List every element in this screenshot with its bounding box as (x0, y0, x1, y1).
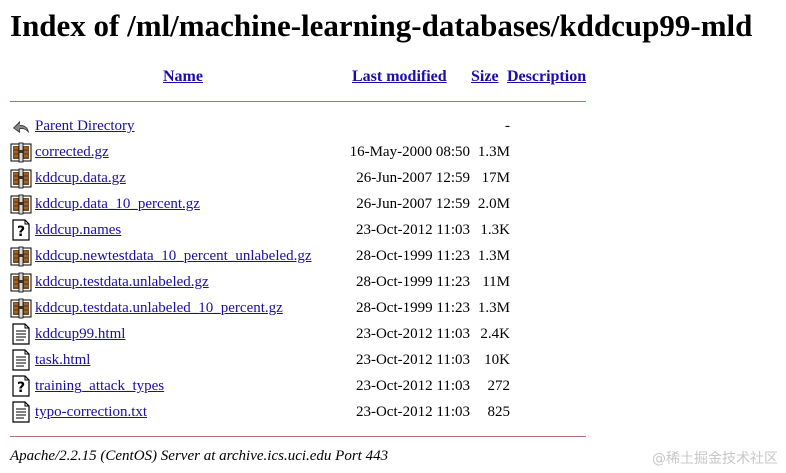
file-link[interactable]: training_attack_types (35, 378, 164, 395)
file-link[interactable]: kddcup.testdata.unlabeled.gz (35, 274, 209, 291)
size-value: 11M (482, 274, 510, 290)
size-value: - (505, 118, 510, 134)
server-signature: Apache/2.2.15 (CentOS) Server at archive… (10, 448, 389, 464)
last-modified-value: 28-Oct-1999 11:23 (355, 300, 470, 316)
parent-directory-row: Parent Directory - (10, 114, 510, 140)
last-modified-value: 23-Oct-2012 11:03 (355, 222, 470, 238)
text-file-icon[interactable] (10, 401, 32, 423)
back-icon[interactable] (10, 115, 32, 137)
size-value: 17M (481, 170, 510, 186)
svg-text:?: ? (17, 380, 25, 396)
file-link[interactable]: kddcup.newtestdata_10_percent_unlabeled.… (35, 248, 312, 265)
header-divider (10, 101, 586, 102)
last-modified-value: 28-Oct-1999 11:23 (355, 248, 470, 264)
unknown-icon[interactable]: ? (10, 375, 32, 397)
svg-text:?: ? (17, 224, 25, 240)
file-link[interactable]: kddcup.data.gz (35, 170, 126, 187)
file-link[interactable]: corrected.gz (35, 144, 109, 161)
compressed-icon[interactable] (10, 167, 32, 189)
file-row: kddcup.testdata.unlabeled.gz 28-Oct-1999 … (10, 270, 510, 296)
file-row: kddcup.testdata.unlabeled_10_percent.gz 2… (10, 296, 510, 322)
last-modified-value: 28-Oct-1999 11:23 (355, 274, 470, 290)
watermark: @稀土掘金技术社区 (652, 451, 778, 467)
size-value: 1.3M (477, 248, 510, 264)
file-row: kddcup99.html 23-Oct-2012 11:03 2.4K (10, 322, 510, 348)
file-link[interactable]: kddcup.data_10_percent.gz (35, 196, 200, 213)
column-header-description[interactable]: Description (507, 68, 586, 86)
unknown-icon[interactable]: ? (10, 219, 32, 241)
size-value: 2.0M (477, 196, 510, 212)
size-value: 272 (487, 378, 511, 394)
column-header-name[interactable]: Name (163, 68, 203, 86)
column-header-size[interactable]: Size (471, 68, 499, 86)
file-link[interactable]: kddcup.names (35, 222, 121, 239)
last-modified-value: 16-May-2000 08:50 (349, 144, 470, 160)
compressed-icon[interactable] (10, 271, 32, 293)
file-link[interactable]: typo-correction.txt (35, 404, 147, 421)
compressed-icon[interactable] (10, 141, 32, 163)
parent-directory-link[interactable]: Parent Directory (35, 118, 135, 135)
compressed-icon[interactable] (10, 193, 32, 215)
text-file-icon[interactable] (10, 349, 32, 371)
size-value: 1.3M (477, 144, 510, 160)
page-title: Index of /ml/machine-learning-databases/… (10, 8, 753, 43)
file-link[interactable]: kddcup.testdata.unlabeled_10_percent.gz (35, 300, 283, 317)
last-modified-value: 23-Oct-2012 11:03 (355, 326, 470, 342)
last-modified-value: 26-Jun-2007 12:59 (356, 170, 470, 186)
file-row: ? kddcup.names 23-Oct-2012 11:03 1.3K (10, 218, 510, 244)
size-value: 1.3K (480, 222, 510, 238)
column-header-last-modified[interactable]: Last modified (352, 68, 447, 86)
size-value: 825 (487, 404, 511, 420)
last-modified-value: 26-Jun-2007 12:59 (356, 196, 470, 212)
size-value: 2.4K (480, 326, 510, 342)
footer-divider (10, 436, 586, 437)
file-row: typo-correction.txt 23-Oct-2012 11:03 825 (10, 400, 510, 426)
file-row: kddcup.newtestdata_10_percent_unlabeled.… (10, 244, 510, 270)
file-link[interactable]: kddcup99.html (35, 326, 125, 343)
compressed-icon[interactable] (10, 245, 32, 267)
file-row: task.html 23-Oct-2012 11:03 10K (10, 348, 510, 374)
file-row: kddcup.data_10_percent.gz 26-Jun-2007 12:… (10, 192, 510, 218)
file-row: corrected.gz 16-May-2000 08:50 1.3M (10, 140, 510, 166)
text-file-icon[interactable] (10, 323, 32, 345)
compressed-icon[interactable] (10, 297, 32, 319)
size-value: 10K (484, 352, 510, 368)
file-row: kddcup.data.gz 26-Jun-2007 12:59 17M (10, 166, 510, 192)
size-value: 1.3M (477, 300, 510, 316)
last-modified-value: 23-Oct-2012 11:03 (355, 378, 470, 394)
last-modified-value: 23-Oct-2012 11:03 (355, 404, 470, 420)
file-row: ? training_attack_types 23-Oct-2012 11:03 2… (10, 374, 510, 400)
last-modified-value: 23-Oct-2012 11:03 (355, 352, 470, 368)
file-link[interactable]: task.html (35, 352, 90, 369)
